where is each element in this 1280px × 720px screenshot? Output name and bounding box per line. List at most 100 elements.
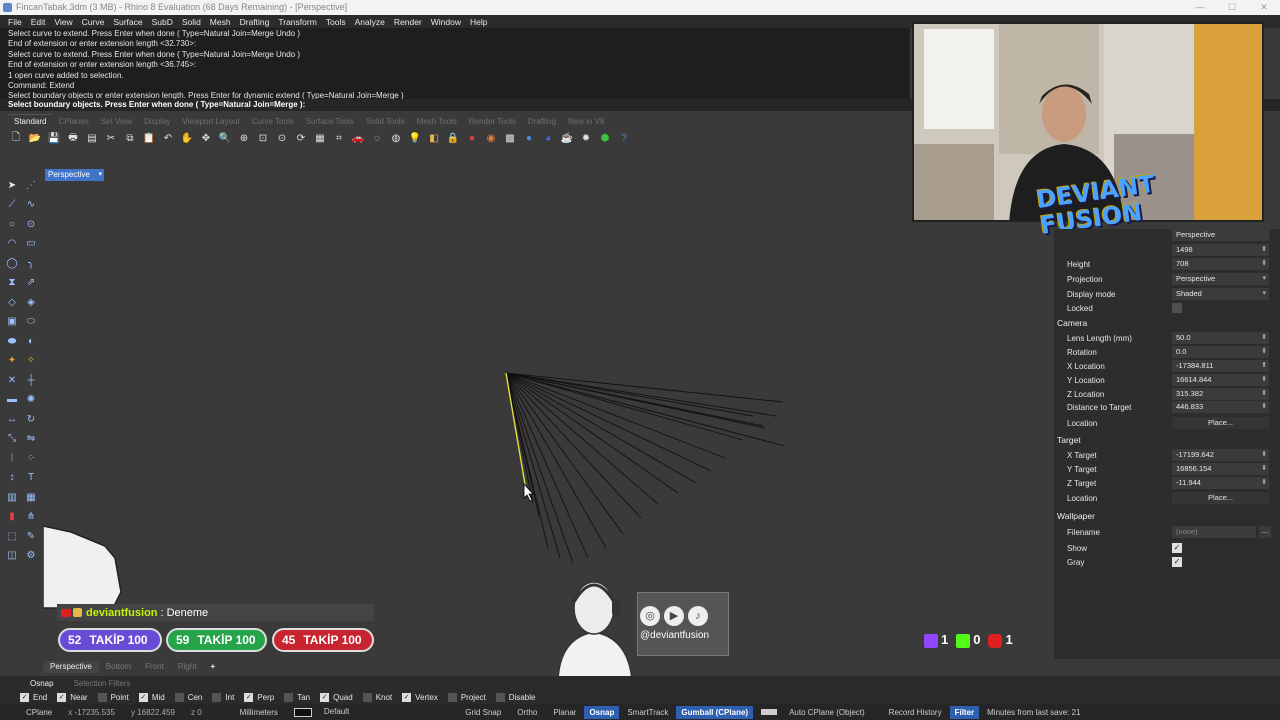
checkbox[interactable] [495,692,505,702]
select-car-icon[interactable]: 🚗 [350,131,366,146]
analyze-icon[interactable]: ▮ [3,508,21,526]
join-icon[interactable]: ▬ [3,391,21,409]
print-icon[interactable]: 🖶 [65,131,81,146]
render-tool-icon[interactable]: ⬚ [3,527,21,545]
rotation-field[interactable]: 0.0 [1172,346,1269,358]
grid-snap-toggle[interactable]: Grid Snap [457,708,509,717]
record-history-toggle[interactable]: Record History [881,708,950,717]
tab-new-in-v8[interactable]: New in V8 [562,115,610,128]
osnap-toggle[interactable]: Osnap [584,705,620,719]
instagram-icon[interactable]: ◎ [640,606,660,626]
render-sphere-icon[interactable]: ● [521,131,537,146]
zoom-icon[interactable]: 🔍 [217,131,233,146]
camera-place-button[interactable]: Place... [1172,417,1269,429]
tab-standard[interactable]: Standard [8,114,53,128]
tab-selection-filters[interactable]: Selection Filters [64,679,141,688]
checkbox[interactable]: ✓ [402,692,412,702]
tab-mesh-tools[interactable]: Mesh Tools [411,115,463,128]
units-indicator[interactable]: Millimeters [210,708,286,717]
teapot-icon[interactable]: ☕ [559,131,575,146]
cut-icon[interactable]: ✂ [103,131,119,146]
planar-toggle[interactable]: Planar [545,708,584,717]
blocks-icon[interactable]: ◫ [3,547,21,565]
lens-length-field[interactable]: 50.0 [1172,332,1269,344]
tab-solid-tools[interactable]: Solid Tools [360,115,411,128]
menu-edit[interactable]: Edit [27,17,51,27]
color-wheel-icon[interactable]: ◉ [483,131,499,146]
menu-render[interactable]: Render [390,17,427,27]
mesh-icon[interactable]: ✧ [22,352,40,370]
box-icon[interactable]: ▣ [3,313,21,331]
grid-icon[interactable]: ▩ [502,131,518,146]
new-file-icon[interactable]: 🗋 [8,131,24,146]
curve-fan[interactable] [505,372,786,564]
extend-icon[interactable]: ⇗ [22,274,40,292]
curve-line[interactable] [505,372,561,559]
gumball-toggle[interactable]: Gumball (CPlane) [676,705,754,719]
move-view-icon[interactable]: ✥ [198,131,214,146]
lock-icon[interactable]: 🔒 [445,131,461,146]
checkbox[interactable] [284,692,294,702]
ortho-toggle[interactable]: Ortho [509,708,545,717]
solid-icon[interactable]: ⬬ [3,332,21,350]
zoom-selected-icon[interactable]: ⊙ [274,131,290,146]
osnap-mid[interactable]: ✓ Mid [138,692,165,702]
subd-icon[interactable]: ✦ [3,352,21,370]
checkbox[interactable] [362,692,372,702]
undo-icon[interactable]: ↶ [160,131,176,146]
osnap-end[interactable]: ✓ End [20,692,47,702]
osnap-cen[interactable]: Cen [174,692,202,702]
sphere-icon[interactable]: ◐ [22,332,40,350]
tab-front[interactable]: Front [138,661,171,673]
checkbox[interactable]: ✓ [20,692,29,702]
minimize-button[interactable]: — [1184,0,1216,15]
menu-curve[interactable]: Curve [78,17,110,27]
command-history[interactable]: Select curve to extend. Press Enter when… [0,28,910,100]
tab-right[interactable]: Right [171,661,204,673]
checkbox[interactable] [174,692,184,702]
menu-subd[interactable]: SubD [148,17,178,27]
tab-osnap[interactable]: Osnap [20,679,64,688]
paste-icon[interactable]: 📋 [141,131,157,146]
tab-perspective[interactable]: Perspective [43,661,99,673]
tab-bottom[interactable]: Bottom [99,661,138,673]
x-target-field[interactable]: -17199.642 [1172,449,1269,461]
show-checkbox[interactable]: ✓ [1172,543,1182,553]
settings-icon[interactable]: ⚙ [22,547,40,565]
osnap-int[interactable]: Int [212,692,234,702]
tab-surface-tools[interactable]: Surface Tools [300,115,360,128]
osnap-quad[interactable]: ✓ Quad [320,692,353,702]
circle-center-icon[interactable]: ⊙ [22,215,40,233]
auto-cplane-toggle[interactable]: Auto CPlane (Object) [753,708,881,717]
curve-line[interactable] [505,372,549,549]
pan-icon[interactable]: ✋ [179,131,195,146]
properties-icon[interactable]: ▤ [84,131,100,146]
tiktok-icon[interactable]: ♪ [688,606,708,626]
menu-tools[interactable]: Tools [322,17,351,27]
cylinder-icon[interactable]: ⬭ [22,313,40,331]
menu-surface[interactable]: Surface [109,17,147,27]
zoom-extents-icon[interactable]: ⊡ [255,131,271,146]
zoom-window-icon[interactable]: ⊕ [236,131,252,146]
layer-icon[interactable]: ◧ [426,131,442,146]
z-location-field[interactable]: 315.382 [1172,388,1269,400]
view-title-field[interactable]: Perspective [1172,229,1269,241]
curve-line[interactable] [505,372,624,535]
locked-checkbox[interactable] [1172,303,1182,313]
youtube-icon[interactable]: ▶ [664,606,684,626]
select-arrow-icon[interactable]: ➤ [3,176,21,194]
save-icon[interactable]: 💾 [46,131,62,146]
chevron-down-icon[interactable]: ▾ [98,169,102,181]
x-location-field[interactable]: -17384.811 [1172,360,1269,372]
render-icon[interactable]: ◕ [540,131,556,146]
checkbox[interactable]: ✓ [138,692,148,702]
filter-toggle[interactable]: Filter [949,705,980,719]
offset-icon[interactable]: ⧗ [3,274,21,292]
arc-icon[interactable]: ◠ [3,235,21,253]
smarttrack-toggle[interactable]: SmartTrack [619,708,676,717]
curvature-icon[interactable]: ⋔ [22,508,40,526]
menu-transform[interactable]: Transform [274,17,321,27]
menu-solid[interactable]: Solid [178,17,206,27]
checkbox[interactable] [447,692,457,702]
select-points-icon[interactable]: ⋰ [22,176,40,194]
